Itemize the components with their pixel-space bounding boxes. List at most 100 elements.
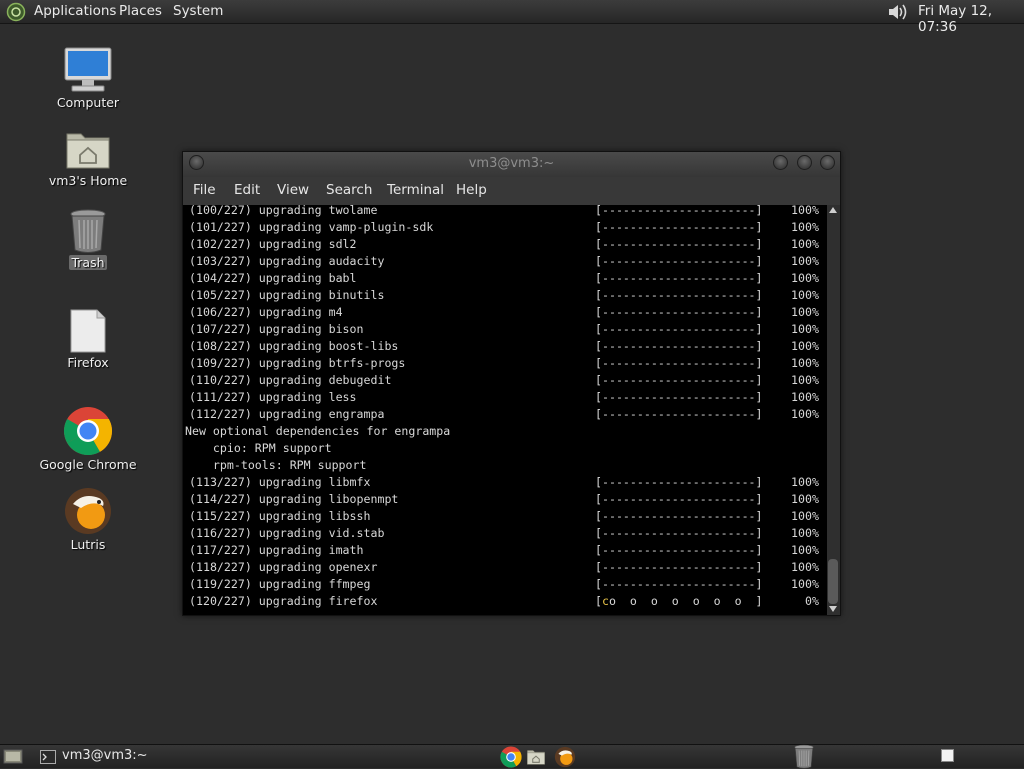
progress-bar: [----------------------] [595,322,763,336]
desktop-icon-firefox[interactable]: Firefox [28,308,148,370]
progress-percent: 100% [791,305,819,319]
pacman-cursor: c [601,594,609,608]
clock[interactable]: Fri May 12, 07:36 [918,3,1024,35]
taskbar-terminal-label: vm3@vm3:~ [62,748,148,763]
terminal-text-line: cpio: RPM support [185,441,332,455]
package-status: (107/227) upgrading bison [189,322,364,336]
desktop-icon-trash[interactable]: Trash [28,208,148,270]
progress-bar: [----------------------] [595,577,763,591]
progress-percent: 100% [791,373,819,387]
menu-view[interactable]: View [277,182,309,198]
progress-percent: 0% [791,594,819,608]
desktop-icon-label: Firefox [67,355,109,370]
progress-bar: [----------------------] [595,305,763,319]
progress-bar: [----------------------] [595,339,763,353]
package-status: (100/227) upgrading twolame [189,205,378,217]
desktop-icon-lutris[interactable]: Lutris [28,486,148,552]
lutris-launcher-icon[interactable] [554,746,576,768]
progress-bar: [----------------------] [595,288,763,302]
window-title: vm3@vm3:~ [468,156,555,171]
progress-bar: [----------------------] [595,543,763,557]
package-status: (110/227) upgrading debugedit [189,373,392,387]
trash-applet-icon[interactable] [786,744,822,769]
progress-bar: [----------------------] [595,560,763,574]
menu-search[interactable]: Search [326,182,372,198]
scroll-thumb[interactable] [828,559,838,604]
menu-terminal[interactable]: Terminal [387,182,444,198]
chrome-icon [63,407,113,456]
system-menu[interactable]: System [173,3,223,19]
menu-help[interactable]: Help [456,182,487,198]
package-status: (118/227) upgrading openexr [189,560,378,574]
terminal-text-line: New optional dependencies for engrampa [185,424,451,438]
progress-percent: 100% [791,543,819,557]
applications-menu[interactable]: Applications [34,3,116,19]
terminal-menubar: File Edit View Search Terminal Help [183,177,840,205]
maximize-button[interactable] [797,155,812,170]
mate-logo-icon[interactable] [5,2,27,22]
progress-percent: 100% [791,390,819,404]
desktop-icon-label: vm3's Home [48,173,128,188]
terminal-window[interactable]: vm3@vm3:~ File Edit View Search Terminal… [182,151,841,616]
package-status: (109/227) upgrading btrfs-progs [189,356,406,370]
volume-icon[interactable] [887,2,909,22]
progress-bar: [----------------------] [595,220,763,234]
menu-file[interactable]: File [193,182,216,198]
progress-percent: 100% [791,509,819,523]
package-status: (113/227) upgrading libmfx [189,475,371,489]
progress-percent: 100% [791,322,819,336]
workspace-switcher[interactable] [941,749,954,762]
progress-percent: 100% [791,339,819,353]
progress-percent: 100% [791,356,819,370]
computer-icon [64,47,112,92]
progress-percent: 100% [791,271,819,285]
package-status: (104/227) upgrading babl [189,271,357,285]
chrome-launcher-icon[interactable] [500,746,522,768]
home-folder-launcher-icon[interactable] [526,748,546,766]
progress-percent: 100% [791,220,819,234]
package-status: (103/227) upgrading audacity [189,254,385,268]
progress-percent: 100% [791,288,819,302]
desktop-icon-label: Lutris [70,537,106,552]
desktop-icon-home[interactable]: vm3's Home [28,128,148,188]
package-status: (114/227) upgrading libopenmpt [189,492,399,506]
package-status: (116/227) upgrading vid.stab [189,526,385,540]
package-status: (120/227) upgrading firefox [189,594,378,608]
close-button[interactable] [820,155,835,170]
package-status: (101/227) upgrading vamp-plugin-sdk [189,220,434,234]
package-status: (112/227) upgrading engrampa [189,407,385,421]
window-titlebar[interactable]: vm3@vm3:~ [183,152,840,177]
bottom-panel: vm3@vm3:~ [0,744,1024,769]
scroll-down-arrow-icon[interactable] [829,606,837,612]
progress-bar: [----------------------] [595,205,763,217]
menu-edit[interactable]: Edit [234,182,260,198]
progress-percent: 100% [791,577,819,591]
progress-bar: [----------------------] [595,390,763,404]
progress-bar: [----------------------] [595,407,763,421]
progress-percent: 100% [791,237,819,251]
desktop-icon-google-chrome[interactable]: Google Chrome [28,406,148,472]
package-status: (108/227) upgrading boost-libs [189,339,399,353]
desktop-icon-computer[interactable]: Computer [28,46,148,110]
progress-percent: 100% [791,407,819,421]
progress-percent: 100% [791,560,819,574]
package-status: (111/227) upgrading less [189,390,357,404]
trash-icon [70,209,106,253]
progress-percent: 100% [791,205,819,217]
package-status: (106/227) upgrading m4 [189,305,343,319]
progress-percent: 100% [791,526,819,540]
progress-bar: [----------------------] [595,356,763,370]
progress-percent: 100% [791,492,819,506]
scroll-up-arrow-icon[interactable] [829,207,837,213]
package-status: (117/227) upgrading imath [189,543,364,557]
progress-bar: [----------------------] [595,254,763,268]
package-status: (119/227) upgrading ffmpeg [189,577,371,591]
show-desktop-icon[interactable] [3,749,23,765]
document-file-icon [70,309,106,353]
terminal-scrollbar[interactable] [827,205,840,615]
places-menu[interactable]: Places [119,3,162,19]
terminal-output[interactable]: (100/227) upgrading twolame [------------… [183,205,827,615]
top-panel: Applications Places System Fri May 12, 0… [0,0,1024,35]
progress-bar: [----------------------] [595,492,763,506]
minimize-button[interactable] [773,155,788,170]
